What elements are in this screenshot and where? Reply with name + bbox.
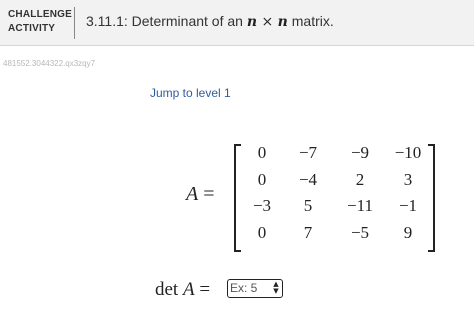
right-bracket (428, 144, 435, 252)
matrix-cell: 0 (257, 222, 267, 242)
matrix-cell: −1 (398, 196, 418, 215)
matrix-cell: 9 (403, 222, 413, 242)
title-n-rows: n (246, 14, 258, 30)
equals-sign: = (198, 183, 215, 205)
title-prefix: 3.11.1: Determinant of an (86, 13, 247, 29)
matrix-cell: −7 (298, 143, 318, 162)
left-bracket (234, 144, 241, 252)
activity-type-line1: CHALLENGE (8, 9, 73, 20)
matrix-cell: 0 (257, 169, 267, 189)
matrix-cell: −5 (350, 222, 370, 242)
matrix-cell: −4 (298, 169, 318, 189)
matrix-cell: −9 (350, 143, 370, 162)
spinner-down-icon[interactable]: ▼ (272, 288, 280, 295)
determinant-label: det A = (155, 279, 210, 301)
matrix-cell: 5 (303, 196, 313, 215)
determinant-input[interactable]: Ex: 5 ▲ ▼ (227, 279, 283, 298)
title-times: × (257, 14, 278, 30)
title-n-cols: n (277, 14, 288, 30)
matrix-cell: −11 (347, 196, 373, 215)
activity-type-line2: ACTIVITY (8, 23, 56, 34)
title-suffix: matrix. (287, 13, 334, 29)
matrix-var: A (186, 183, 199, 205)
activity-title: 3.11.1: Determinant of an n × n matrix. (86, 13, 334, 30)
det-var: A (182, 279, 195, 300)
activity-id: 481552.3044322.qx3zqy7 (3, 59, 96, 68)
determinant-input-placeholder: Ex: 5 (230, 281, 258, 295)
activity-header: CHALLENGE ACTIVITY 3.11.1: Determinant o… (0, 0, 474, 46)
matrix-cell: 7 (303, 222, 313, 242)
matrix-cell: 3 (403, 169, 413, 189)
matrix-equation: A = 0 −7 −9 −10 0 −4 2 3 −3 5 −11 −1 0 7… (0, 140, 474, 252)
jump-to-level-link[interactable]: Jump to level 1 (150, 86, 231, 100)
det-equals: = (194, 279, 211, 300)
header-divider (74, 7, 75, 39)
matrix-cell: 0 (257, 143, 267, 162)
matrix-cell: −3 (252, 196, 272, 215)
number-spinner[interactable]: ▲ ▼ (272, 281, 280, 295)
matrix-cell: 2 (355, 169, 365, 189)
activity-type-label: CHALLENGE ACTIVITY (8, 8, 72, 36)
matrix-cell: −10 (394, 143, 422, 162)
det-text: det (155, 279, 183, 300)
matrix-label: A = (186, 183, 215, 206)
